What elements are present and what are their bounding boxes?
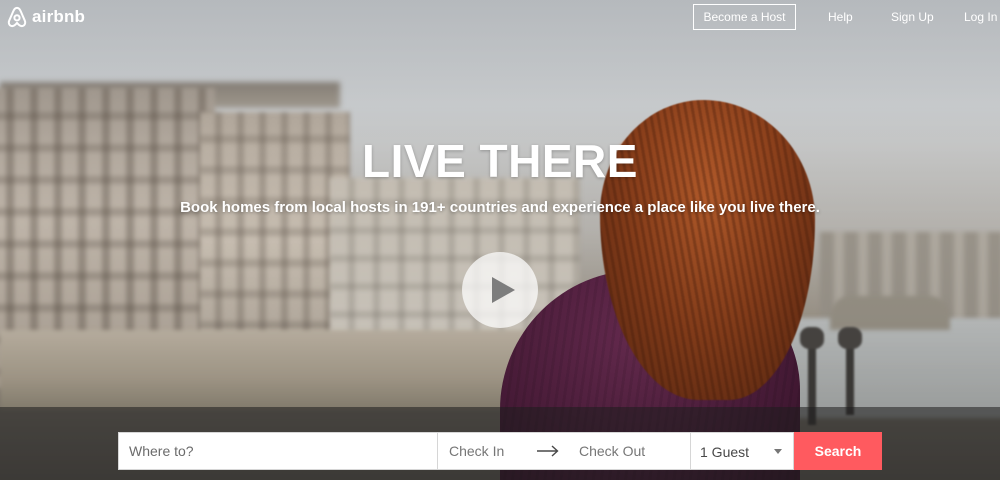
airbnb-logo[interactable]: airbnb bbox=[7, 6, 85, 28]
hero-headline: LIVE THERE bbox=[362, 135, 638, 187]
hero-subtitle: Book homes from local hosts in 191+ coun… bbox=[180, 199, 820, 216]
brand-name: airbnb bbox=[32, 7, 86, 26]
search-button[interactable]: Search bbox=[794, 432, 882, 470]
guests-value: 1 Guest bbox=[700, 444, 750, 460]
date-range: Check In Check Out bbox=[438, 432, 690, 470]
check-in-field[interactable]: Check In bbox=[449, 443, 527, 459]
where-to-input[interactable] bbox=[118, 432, 438, 470]
check-out-field[interactable]: Check Out bbox=[579, 443, 645, 459]
log-in-link[interactable]: Log In bbox=[964, 10, 997, 24]
sign-up-link[interactable]: Sign Up bbox=[891, 10, 934, 24]
guests-select[interactable]: 1 Guest bbox=[690, 432, 794, 470]
belo-icon bbox=[7, 6, 27, 28]
top-nav: airbnb Become a Host Help Sign Up Log In bbox=[0, 0, 1000, 36]
become-host-button[interactable]: Become a Host bbox=[693, 4, 796, 30]
help-link[interactable]: Help bbox=[828, 10, 853, 24]
caret-down-icon bbox=[774, 449, 782, 454]
arrow-right-icon bbox=[527, 445, 569, 457]
search-form: Check In Check Out 1 Guest Search bbox=[118, 432, 882, 470]
play-video-button[interactable] bbox=[462, 252, 538, 328]
